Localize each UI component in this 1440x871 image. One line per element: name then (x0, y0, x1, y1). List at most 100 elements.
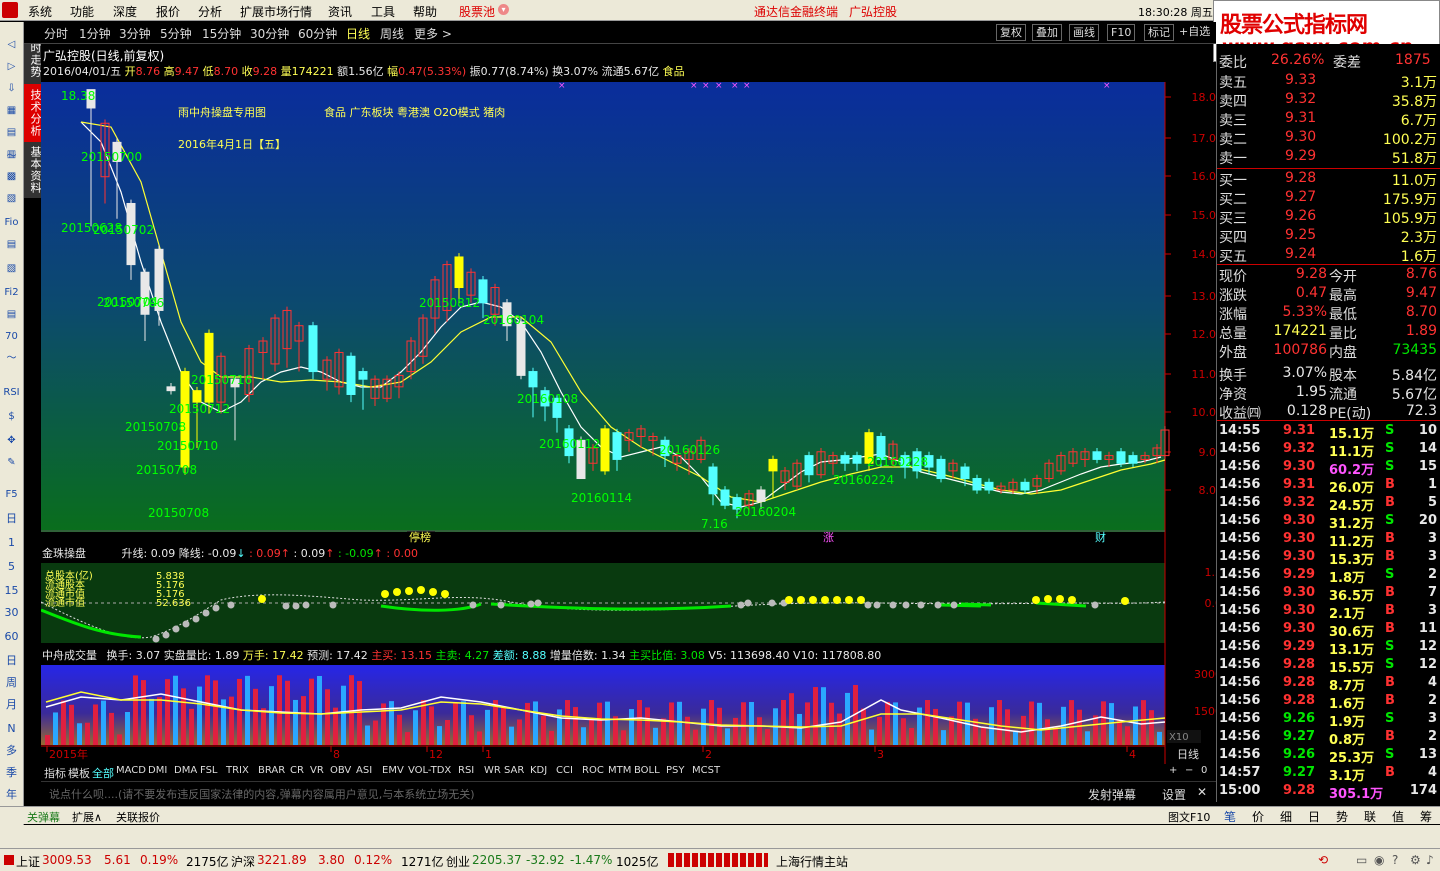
daily-icon[interactable]: 日 (3, 652, 20, 669)
settings-icon[interactable]: ⚙ (1410, 853, 1421, 867)
period-weekly[interactable]: 周线 (380, 25, 404, 42)
indicator-tab-rsi[interactable]: RSI (458, 765, 474, 776)
5m-icon[interactable]: 5 (3, 558, 20, 575)
menu-depth[interactable]: 深度 (113, 3, 137, 20)
quote-tab-6[interactable]: 值 (1392, 808, 1404, 825)
indicator-tab-kdj[interactable]: KDJ (530, 765, 547, 776)
menu-tools[interactable]: 工具 (371, 3, 395, 20)
draw-button[interactable]: 画线 (1069, 24, 1099, 41)
indicator-tab-wr[interactable]: WR (484, 765, 501, 776)
indicator-tab-模板[interactable]: 模板 (68, 765, 90, 781)
menu-system[interactable]: 系统 (28, 3, 52, 20)
overlay-button[interactable]: 叠加 (1032, 24, 1062, 41)
reset-zoom-button[interactable]: 0 (1201, 765, 1207, 776)
danmu-send-button[interactable]: 发射弹幕 (1088, 786, 1136, 803)
related-quote-button[interactable]: 关联报价 (116, 809, 160, 825)
report-icon[interactable]: ▤ (3, 236, 20, 253)
quote-tab-7[interactable]: 筹 (1420, 808, 1432, 825)
fi2-icon[interactable]: Fi2 (3, 284, 20, 301)
indicator-tab-roc[interactable]: ROC (582, 765, 604, 776)
zoom-in-button[interactable]: + (1169, 765, 1177, 776)
indicator-tab-指标[interactable]: 指标 (44, 765, 66, 781)
period-1m[interactable]: 1分钟 (79, 25, 111, 42)
block-icon[interactable]: ▩ (3, 168, 20, 185)
f10-text-button[interactable]: 图文F10 (1168, 809, 1210, 825)
year-icon[interactable]: 年 (3, 786, 20, 803)
menu-help[interactable]: 帮助 (413, 3, 437, 20)
indicator-tab-macd[interactable]: MACD (116, 765, 146, 776)
indicator-tab-mtm[interactable]: MTM (608, 765, 631, 776)
indicator-tab-mcst[interactable]: MCST (692, 765, 720, 776)
period-5m[interactable]: 5分钟 (160, 25, 192, 42)
help-icon[interactable]: ? (1392, 853, 1398, 867)
period-fenshi[interactable]: 分时 (44, 25, 68, 42)
window-icon[interactable]: ▭ (1356, 853, 1367, 867)
danmu-input[interactable]: 说点什么呗....(请不要发布违反国家法律的内容,弹幕内容属用户意见,与本系统立… (49, 786, 475, 802)
menu-ext-market[interactable]: 扩展市场行情 (240, 3, 312, 20)
menu-analysis[interactable]: 分析 (198, 3, 222, 20)
quote-tab-4[interactable]: 势 (1336, 808, 1348, 825)
menu-quote[interactable]: 报价 (156, 3, 180, 20)
indicator-tab-cr[interactable]: CR (290, 765, 304, 776)
indicator-tab-brar[interactable]: BRAR (258, 765, 285, 776)
chart-icon[interactable]: ▧ (3, 190, 20, 207)
rsi-icon[interactable]: RSI (3, 384, 20, 401)
quote-tab-5[interactable]: 联 (1364, 808, 1376, 825)
menu-function[interactable]: 功能 (70, 3, 94, 20)
close-danmu-button[interactable]: 关弹幕 (27, 809, 60, 825)
move-icon[interactable]: ✥ (3, 432, 20, 449)
week-icon[interactable]: 周 (3, 674, 20, 691)
bulb-icon[interactable]: ◉ (1374, 853, 1384, 867)
1m-icon[interactable]: 1 (3, 534, 20, 551)
line-icon[interactable]: 〜 (3, 148, 20, 165)
menu-news[interactable]: 资讯 (328, 3, 352, 20)
board-icon[interactable]: ▧ (3, 260, 20, 277)
indicator-tab-emv[interactable]: EMV (382, 765, 404, 776)
dollar-icon[interactable]: $ (3, 408, 20, 425)
fuquan-button[interactable]: 复权 (996, 24, 1026, 41)
mark-button[interactable]: 标记 (1144, 24, 1174, 41)
danmu-settings-button[interactable]: 设置 (1162, 786, 1186, 803)
tab-fundamentals[interactable]: 基本资料 (24, 142, 42, 198)
period-60m[interactable]: 60分钟 (298, 25, 337, 42)
quarter-icon[interactable]: 季 (3, 764, 20, 781)
dropdown-icon[interactable]: ▾ (498, 4, 509, 15)
period-more[interactable]: 更多 > (414, 25, 452, 42)
indicator-tab-dmi[interactable]: DMI (148, 765, 167, 776)
danmu-close-icon[interactable]: ✕ (1197, 785, 1207, 799)
30m-icon[interactable]: 30 (3, 604, 20, 621)
indicator-tab-vol-tdx[interactable]: VOL-TDX (408, 765, 451, 776)
n-icon[interactable]: N (3, 720, 20, 737)
grid-icon[interactable]: ▦ (3, 102, 20, 119)
period-daily[interactable]: 日线 (346, 25, 370, 42)
indicator-tab-trix[interactable]: TRIX (226, 765, 249, 776)
refresh-icon[interactable]: ⟲ (1318, 853, 1328, 867)
forward-icon[interactable]: ▷ (3, 58, 20, 75)
indicator-tab-boll[interactable]: BOLL (634, 765, 660, 776)
quote-tab-2[interactable]: 细 (1280, 808, 1292, 825)
sound-icon[interactable]: ♪ (1426, 853, 1434, 867)
indicator-tab-cci[interactable]: CCI (556, 765, 573, 776)
indicator-tab-fsl[interactable]: FSL (200, 765, 218, 776)
indicator-tab-sar[interactable]: SAR (504, 765, 524, 776)
indicator-tab-dma[interactable]: DMA (174, 765, 197, 776)
wave-icon[interactable]: 〜 (3, 350, 20, 367)
indicator-tab-asi[interactable]: ASI (356, 765, 372, 776)
quote-tab-3[interactable]: 日 (1308, 808, 1320, 825)
indicator-tab-psy[interactable]: PSY (666, 765, 685, 776)
period-15m[interactable]: 15分钟 (202, 25, 241, 42)
add-watchlist-button[interactable]: +自选 (1176, 24, 1213, 41)
list-icon[interactable]: ▤ (3, 124, 20, 141)
month-icon[interactable]: 月 (3, 696, 20, 713)
doc-icon[interactable]: ▤ (3, 306, 20, 323)
pen-icon[interactable]: ✎ (3, 454, 20, 471)
indicator-tab-全部[interactable]: 全部 (92, 765, 114, 781)
indicator-tab-obv[interactable]: OBV (330, 765, 351, 776)
quote-tab-0[interactable]: 笔 (1224, 808, 1236, 825)
15m-icon[interactable]: 15 (3, 582, 20, 599)
indicator-tab-vr[interactable]: VR (310, 765, 324, 776)
70-icon[interactable]: 70 (3, 328, 20, 345)
period-30m[interactable]: 30分钟 (250, 25, 289, 42)
multi-icon[interactable]: 多 (3, 742, 20, 759)
fio-icon[interactable]: Fio (3, 214, 20, 231)
